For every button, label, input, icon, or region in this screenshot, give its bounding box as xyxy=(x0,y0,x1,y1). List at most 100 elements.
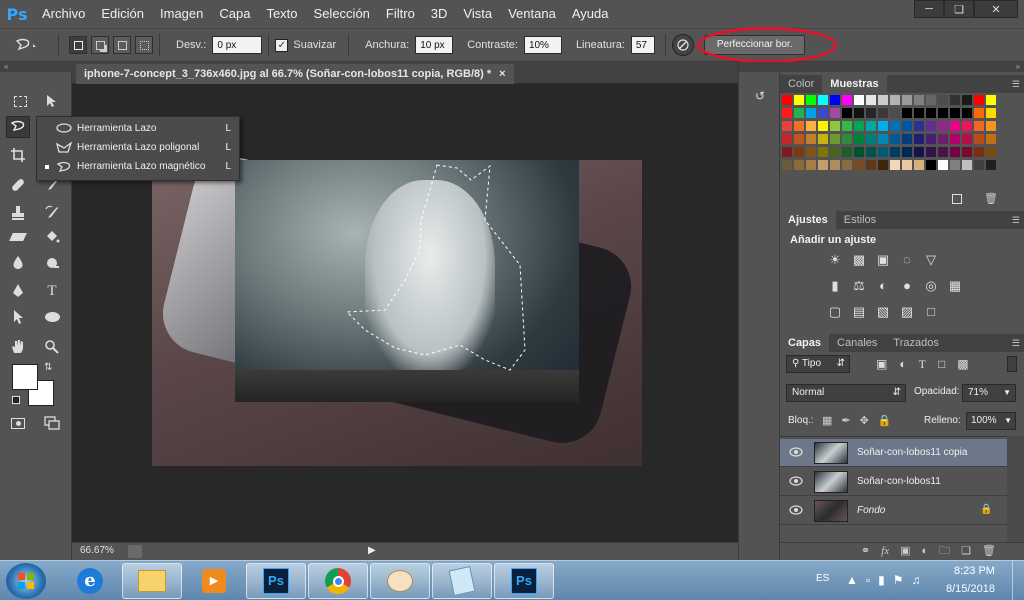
color-swatch[interactable] xyxy=(878,147,888,157)
color-swatch[interactable] xyxy=(878,108,888,118)
color-swatch[interactable] xyxy=(782,134,792,144)
zoom-tool-icon[interactable] xyxy=(40,336,64,358)
adjustment-layer-icon[interactable]: ◐ xyxy=(922,543,929,560)
color-swatch[interactable] xyxy=(938,108,948,118)
new-swatch-icon[interactable] xyxy=(952,194,962,204)
quick-mask-icon[interactable] xyxy=(6,412,30,434)
lineatura-field[interactable]: 57 xyxy=(630,36,655,54)
history-brush-icon[interactable] xyxy=(40,202,64,224)
paint-bucket-icon[interactable] xyxy=(40,226,64,248)
photo-filter-icon[interactable]: ● xyxy=(898,278,916,294)
selective-color-icon[interactable]: ▨ xyxy=(898,304,916,320)
swap-colors-icon[interactable]: ⇅ xyxy=(44,362,52,373)
tab-trazados[interactable]: Trazados xyxy=(885,334,946,352)
color-swatch[interactable] xyxy=(902,108,912,118)
color-swatch[interactable] xyxy=(830,108,840,118)
close-tab-icon[interactable]: × xyxy=(499,64,505,84)
color-swatch[interactable] xyxy=(794,147,804,157)
vibrance-icon[interactable]: ▽ xyxy=(922,252,940,268)
tab-muestras[interactable]: Muestras xyxy=(822,75,887,93)
hand-tool-icon[interactable] xyxy=(6,336,30,358)
crop-tool-icon[interactable] xyxy=(6,144,30,166)
paint-icon[interactable] xyxy=(370,563,430,599)
color-swatch[interactable] xyxy=(938,134,948,144)
menu-ayuda[interactable]: Ayuda xyxy=(564,0,617,28)
color-swatch[interactable] xyxy=(818,160,828,170)
clock-time[interactable]: 8:23 PM xyxy=(954,565,995,577)
color-swatch[interactable] xyxy=(818,121,828,131)
color-swatch[interactable] xyxy=(938,121,948,131)
color-swatch[interactable] xyxy=(794,160,804,170)
color-swatch[interactable] xyxy=(902,95,912,105)
desv-field[interactable]: 0 px xyxy=(212,36,263,54)
color-swatch[interactable] xyxy=(962,121,972,131)
color-balance-icon[interactable]: ⚖ xyxy=(850,278,868,294)
document-tab[interactable]: iphone-7-concept_3_736x460.jpg al 66.7% … xyxy=(76,64,514,84)
exposure-icon[interactable]: ◌ xyxy=(898,252,916,268)
lasso-tool-icon[interactable] xyxy=(6,116,30,138)
invert-icon[interactable]: ▢ xyxy=(826,304,844,320)
color-swatch[interactable] xyxy=(794,121,804,131)
tab-capas[interactable]: Capas xyxy=(780,334,830,352)
lock-all-icon[interactable]: 🔒 xyxy=(878,414,892,427)
color-swatch[interactable] xyxy=(938,147,948,157)
filter-pixel-icon[interactable]: ▣ xyxy=(876,357,887,372)
foreground-color-swatch[interactable] xyxy=(12,364,38,390)
language-indicator[interactable]: ES xyxy=(816,573,829,584)
menu-vista[interactable]: Vista xyxy=(455,0,500,28)
layer-row[interactable]: Fondo 🔒 xyxy=(780,497,1007,525)
layer-row[interactable]: Soñar-con-lobos11 xyxy=(780,468,1007,496)
close-icon[interactable]: ✕ xyxy=(974,0,1018,18)
color-swatch[interactable] xyxy=(878,121,888,131)
color-swatch[interactable] xyxy=(806,121,816,131)
new-layer-icon[interactable]: ❏ xyxy=(961,543,971,560)
filter-toggle[interactable] xyxy=(1007,356,1017,372)
add-selection-button[interactable] xyxy=(91,36,109,54)
color-swatch[interactable] xyxy=(878,95,888,105)
stylus-pressure-button[interactable] xyxy=(671,34,694,56)
color-swatch[interactable] xyxy=(950,95,960,105)
color-swatch[interactable] xyxy=(794,95,804,105)
color-swatch[interactable] xyxy=(842,147,852,157)
tab-color[interactable]: Color xyxy=(780,75,822,93)
color-swatch[interactable] xyxy=(890,108,900,118)
color-swatch[interactable] xyxy=(914,134,924,144)
color-swatch[interactable] xyxy=(842,108,852,118)
color-swatch[interactable] xyxy=(962,147,972,157)
intersect-selection-button[interactable] xyxy=(135,36,153,54)
color-swatch[interactable] xyxy=(974,160,984,170)
color-swatch[interactable] xyxy=(878,134,888,144)
color-swatch[interactable] xyxy=(782,160,792,170)
healing-brush-icon[interactable] xyxy=(6,174,30,196)
new-selection-button[interactable] xyxy=(69,36,87,54)
color-swatch[interactable] xyxy=(782,121,792,131)
rect-marquee-icon[interactable] xyxy=(8,90,32,112)
color-swatch[interactable] xyxy=(878,160,888,170)
subtract-selection-button[interactable] xyxy=(113,36,131,54)
blur-tool-icon[interactable] xyxy=(6,252,30,274)
levels-icon[interactable]: ▩ xyxy=(850,252,868,268)
notepad-icon[interactable] xyxy=(432,563,492,599)
color-swatch[interactable] xyxy=(950,134,960,144)
color-swatch[interactable] xyxy=(902,147,912,157)
color-swatch[interactable] xyxy=(938,160,948,170)
color-swatch[interactable] xyxy=(914,108,924,118)
color-swatch[interactable] xyxy=(806,95,816,105)
color-swatch[interactable] xyxy=(806,108,816,118)
color-swatch[interactable] xyxy=(782,147,792,157)
color-swatch[interactable] xyxy=(866,147,876,157)
filter-smart-object-icon[interactable]: ▩ xyxy=(957,357,968,372)
color-swatch[interactable] xyxy=(950,108,960,118)
color-swatch[interactable] xyxy=(902,134,912,144)
delete-layer-icon[interactable]: 🗑 xyxy=(982,543,996,560)
color-swatch[interactable] xyxy=(890,147,900,157)
color-swatch[interactable] xyxy=(974,95,984,105)
color-swatch[interactable] xyxy=(938,95,948,105)
color-swatch[interactable] xyxy=(890,160,900,170)
color-swatch[interactable] xyxy=(830,147,840,157)
flyout-item-magnetic-lasso[interactable]: Herramienta Lazo magnético L xyxy=(37,157,239,176)
menu-capa[interactable]: Capa xyxy=(211,0,258,28)
media-player-icon[interactable]: ▶ xyxy=(184,563,244,599)
tab-estilos[interactable]: Estilos xyxy=(836,211,884,229)
color-swatch[interactable] xyxy=(782,108,792,118)
